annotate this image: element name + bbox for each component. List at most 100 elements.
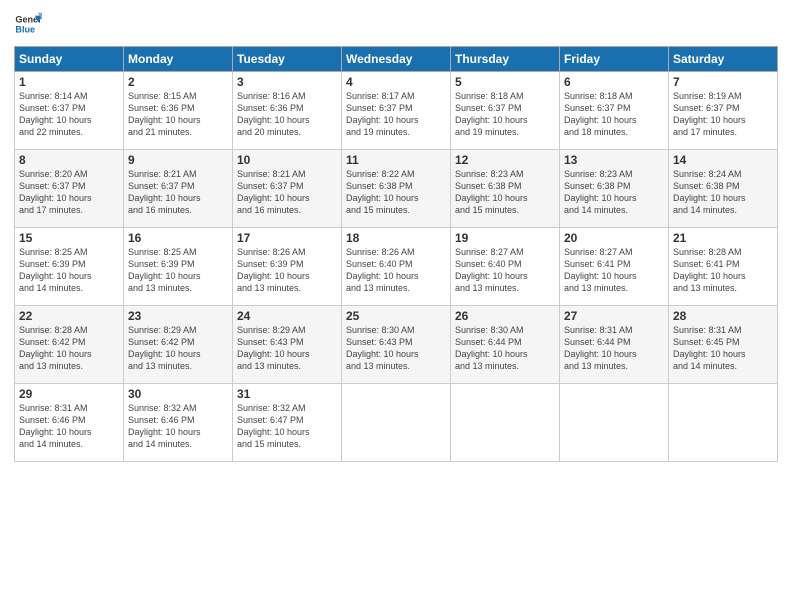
cell-details: Sunrise: 8:21 AM Sunset: 6:37 PM Dayligh… <box>237 168 337 217</box>
calendar-cell: 14Sunrise: 8:24 AM Sunset: 6:38 PM Dayli… <box>669 150 778 228</box>
calendar-cell: 31Sunrise: 8:32 AM Sunset: 6:47 PM Dayli… <box>233 384 342 462</box>
cell-details: Sunrise: 8:14 AM Sunset: 6:37 PM Dayligh… <box>19 90 119 139</box>
day-number: 24 <box>237 309 337 323</box>
calendar-cell <box>342 384 451 462</box>
cell-details: Sunrise: 8:29 AM Sunset: 6:42 PM Dayligh… <box>128 324 228 373</box>
calendar-page: General Blue SundayMondayTuesdayWednesda… <box>0 0 792 612</box>
cell-details: Sunrise: 8:30 AM Sunset: 6:44 PM Dayligh… <box>455 324 555 373</box>
day-number: 17 <box>237 231 337 245</box>
cell-details: Sunrise: 8:20 AM Sunset: 6:37 PM Dayligh… <box>19 168 119 217</box>
week-row-4: 22Sunrise: 8:28 AM Sunset: 6:42 PM Dayli… <box>15 306 778 384</box>
day-header-wednesday: Wednesday <box>342 47 451 72</box>
day-header-friday: Friday <box>560 47 669 72</box>
week-row-1: 1Sunrise: 8:14 AM Sunset: 6:37 PM Daylig… <box>15 72 778 150</box>
calendar-cell: 29Sunrise: 8:31 AM Sunset: 6:46 PM Dayli… <box>15 384 124 462</box>
day-number: 30 <box>128 387 228 401</box>
header: General Blue <box>14 10 778 38</box>
cell-details: Sunrise: 8:31 AM Sunset: 6:46 PM Dayligh… <box>19 402 119 451</box>
cell-details: Sunrise: 8:22 AM Sunset: 6:38 PM Dayligh… <box>346 168 446 217</box>
cell-details: Sunrise: 8:29 AM Sunset: 6:43 PM Dayligh… <box>237 324 337 373</box>
day-number: 26 <box>455 309 555 323</box>
calendar-cell: 3Sunrise: 8:16 AM Sunset: 6:36 PM Daylig… <box>233 72 342 150</box>
calendar-cell: 23Sunrise: 8:29 AM Sunset: 6:42 PM Dayli… <box>124 306 233 384</box>
calendar-cell: 30Sunrise: 8:32 AM Sunset: 6:46 PM Dayli… <box>124 384 233 462</box>
day-number: 21 <box>673 231 773 245</box>
calendar-cell: 25Sunrise: 8:30 AM Sunset: 6:43 PM Dayli… <box>342 306 451 384</box>
cell-details: Sunrise: 8:28 AM Sunset: 6:42 PM Dayligh… <box>19 324 119 373</box>
cell-details: Sunrise: 8:19 AM Sunset: 6:37 PM Dayligh… <box>673 90 773 139</box>
calendar-cell <box>560 384 669 462</box>
day-number: 2 <box>128 75 228 89</box>
day-number: 15 <box>19 231 119 245</box>
day-number: 13 <box>564 153 664 167</box>
calendar-cell: 21Sunrise: 8:28 AM Sunset: 6:41 PM Dayli… <box>669 228 778 306</box>
calendar-table: SundayMondayTuesdayWednesdayThursdayFrid… <box>14 46 778 462</box>
cell-details: Sunrise: 8:30 AM Sunset: 6:43 PM Dayligh… <box>346 324 446 373</box>
calendar-cell: 5Sunrise: 8:18 AM Sunset: 6:37 PM Daylig… <box>451 72 560 150</box>
calendar-cell: 8Sunrise: 8:20 AM Sunset: 6:37 PM Daylig… <box>15 150 124 228</box>
cell-details: Sunrise: 8:21 AM Sunset: 6:37 PM Dayligh… <box>128 168 228 217</box>
calendar-cell: 18Sunrise: 8:26 AM Sunset: 6:40 PM Dayli… <box>342 228 451 306</box>
cell-details: Sunrise: 8:18 AM Sunset: 6:37 PM Dayligh… <box>455 90 555 139</box>
day-number: 18 <box>346 231 446 245</box>
cell-details: Sunrise: 8:26 AM Sunset: 6:39 PM Dayligh… <box>237 246 337 295</box>
calendar-cell: 24Sunrise: 8:29 AM Sunset: 6:43 PM Dayli… <box>233 306 342 384</box>
cell-details: Sunrise: 8:23 AM Sunset: 6:38 PM Dayligh… <box>455 168 555 217</box>
calendar-cell: 1Sunrise: 8:14 AM Sunset: 6:37 PM Daylig… <box>15 72 124 150</box>
day-number: 19 <box>455 231 555 245</box>
week-row-5: 29Sunrise: 8:31 AM Sunset: 6:46 PM Dayli… <box>15 384 778 462</box>
cell-details: Sunrise: 8:18 AM Sunset: 6:37 PM Dayligh… <box>564 90 664 139</box>
day-number: 9 <box>128 153 228 167</box>
calendar-cell: 11Sunrise: 8:22 AM Sunset: 6:38 PM Dayli… <box>342 150 451 228</box>
week-row-2: 8Sunrise: 8:20 AM Sunset: 6:37 PM Daylig… <box>15 150 778 228</box>
calendar-cell: 13Sunrise: 8:23 AM Sunset: 6:38 PM Dayli… <box>560 150 669 228</box>
logo-icon: General Blue <box>14 10 42 38</box>
day-header-tuesday: Tuesday <box>233 47 342 72</box>
calendar-cell: 17Sunrise: 8:26 AM Sunset: 6:39 PM Dayli… <box>233 228 342 306</box>
cell-details: Sunrise: 8:32 AM Sunset: 6:47 PM Dayligh… <box>237 402 337 451</box>
calendar-cell: 19Sunrise: 8:27 AM Sunset: 6:40 PM Dayli… <box>451 228 560 306</box>
cell-details: Sunrise: 8:25 AM Sunset: 6:39 PM Dayligh… <box>128 246 228 295</box>
day-number: 20 <box>564 231 664 245</box>
calendar-cell: 12Sunrise: 8:23 AM Sunset: 6:38 PM Dayli… <box>451 150 560 228</box>
day-header-saturday: Saturday <box>669 47 778 72</box>
calendar-cell: 26Sunrise: 8:30 AM Sunset: 6:44 PM Dayli… <box>451 306 560 384</box>
calendar-cell: 4Sunrise: 8:17 AM Sunset: 6:37 PM Daylig… <box>342 72 451 150</box>
day-number: 22 <box>19 309 119 323</box>
day-number: 3 <box>237 75 337 89</box>
cell-details: Sunrise: 8:25 AM Sunset: 6:39 PM Dayligh… <box>19 246 119 295</box>
cell-details: Sunrise: 8:32 AM Sunset: 6:46 PM Dayligh… <box>128 402 228 451</box>
day-header-monday: Monday <box>124 47 233 72</box>
day-number: 25 <box>346 309 446 323</box>
cell-details: Sunrise: 8:23 AM Sunset: 6:38 PM Dayligh… <box>564 168 664 217</box>
day-number: 6 <box>564 75 664 89</box>
day-number: 29 <box>19 387 119 401</box>
calendar-cell: 20Sunrise: 8:27 AM Sunset: 6:41 PM Dayli… <box>560 228 669 306</box>
day-number: 27 <box>564 309 664 323</box>
calendar-cell: 22Sunrise: 8:28 AM Sunset: 6:42 PM Dayli… <box>15 306 124 384</box>
cell-details: Sunrise: 8:15 AM Sunset: 6:36 PM Dayligh… <box>128 90 228 139</box>
calendar-cell: 6Sunrise: 8:18 AM Sunset: 6:37 PM Daylig… <box>560 72 669 150</box>
day-number: 12 <box>455 153 555 167</box>
day-number: 16 <box>128 231 228 245</box>
cell-details: Sunrise: 8:26 AM Sunset: 6:40 PM Dayligh… <box>346 246 446 295</box>
calendar-cell: 10Sunrise: 8:21 AM Sunset: 6:37 PM Dayli… <box>233 150 342 228</box>
day-header-thursday: Thursday <box>451 47 560 72</box>
day-number: 4 <box>346 75 446 89</box>
day-number: 10 <box>237 153 337 167</box>
calendar-cell: 16Sunrise: 8:25 AM Sunset: 6:39 PM Dayli… <box>124 228 233 306</box>
day-number: 28 <box>673 309 773 323</box>
day-number: 23 <box>128 309 228 323</box>
day-number: 1 <box>19 75 119 89</box>
cell-details: Sunrise: 8:24 AM Sunset: 6:38 PM Dayligh… <box>673 168 773 217</box>
svg-text:Blue: Blue <box>15 24 35 34</box>
logo: General Blue <box>14 10 48 38</box>
cell-details: Sunrise: 8:31 AM Sunset: 6:44 PM Dayligh… <box>564 324 664 373</box>
calendar-cell: 28Sunrise: 8:31 AM Sunset: 6:45 PM Dayli… <box>669 306 778 384</box>
header-row: SundayMondayTuesdayWednesdayThursdayFrid… <box>15 47 778 72</box>
day-number: 8 <box>19 153 119 167</box>
cell-details: Sunrise: 8:17 AM Sunset: 6:37 PM Dayligh… <box>346 90 446 139</box>
cell-details: Sunrise: 8:27 AM Sunset: 6:40 PM Dayligh… <box>455 246 555 295</box>
day-number: 7 <box>673 75 773 89</box>
cell-details: Sunrise: 8:27 AM Sunset: 6:41 PM Dayligh… <box>564 246 664 295</box>
